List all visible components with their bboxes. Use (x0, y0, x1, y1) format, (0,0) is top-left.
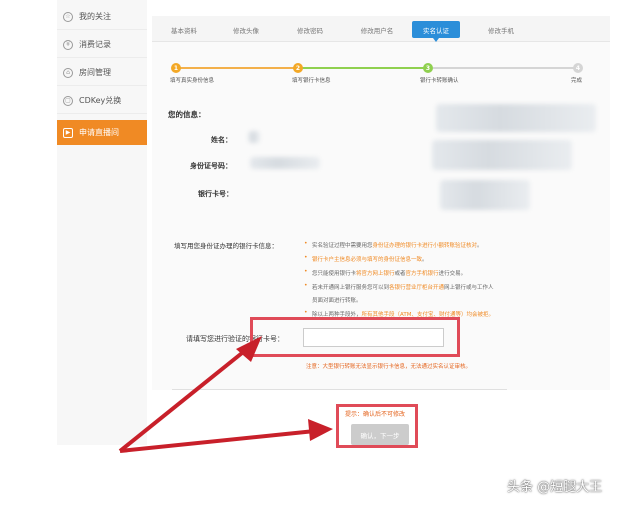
arrowhead-to-button (308, 419, 333, 441)
arrowhead-to-input (236, 336, 262, 362)
watermark: 头条 @短腿大王 (507, 480, 603, 495)
annotation-arrows (118, 336, 333, 453)
arrow-line (119, 429, 316, 453)
arrow-line (118, 343, 254, 453)
